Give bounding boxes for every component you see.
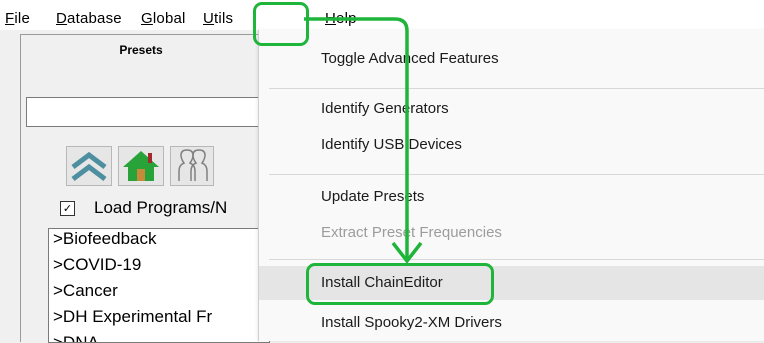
list-item[interactable]: >Cancer: [49, 281, 269, 307]
menu-item-install-spooky2-xm-drivers[interactable]: Install Spooky2-XM Drivers: [259, 306, 764, 340]
utils-highlight-box: [253, 2, 309, 46]
list-item[interactable]: >Biofeedback: [49, 229, 269, 255]
list-item[interactable]: >COVID-19: [49, 255, 269, 281]
menu-global[interactable]: Global: [141, 10, 186, 27]
menu-separator: [269, 174, 764, 175]
users-icon: [178, 149, 208, 181]
collapse-up-button[interactable]: [66, 146, 112, 186]
home-button[interactable]: [118, 146, 164, 186]
list-item[interactable]: >DH Experimental Fr: [49, 307, 269, 333]
menu-utils[interactable]: Utils: [203, 10, 233, 27]
menu-item-update-presets[interactable]: Update Presets: [259, 180, 764, 214]
menu-separator: [269, 259, 764, 260]
menu-item-extract-preset-frequencies[interactable]: Extract Preset Frequencies: [259, 216, 764, 250]
install-chaineditor-highlight-box: [306, 263, 494, 305]
home-icon: [123, 151, 159, 181]
load-programs-label: Load Programs/N: [94, 198, 228, 217]
menu-file[interactable]: File: [5, 10, 30, 27]
menu-separator: [269, 88, 764, 89]
presets-search-input[interactable]: [26, 97, 272, 127]
menu-database[interactable]: Database: [56, 10, 122, 27]
chevrons-up-icon: [71, 151, 107, 181]
presets-list[interactable]: >Biofeedback >COVID-19 >Cancer >DH Exper…: [48, 228, 270, 343]
menu-item-toggle-advanced-features[interactable]: Toggle Advanced Features: [259, 42, 764, 76]
menu-item-identify-generators[interactable]: Identify Generators: [259, 92, 764, 126]
list-item[interactable]: >DNA: [49, 333, 269, 342]
menu-bar: File Database Global Utils Help: [0, 0, 764, 30]
users-button[interactable]: [170, 146, 214, 186]
load-programs-checkbox[interactable]: ✓: [60, 201, 75, 216]
menu-item-identify-usb-devices[interactable]: Identify USB Devices: [259, 128, 764, 162]
menu-help[interactable]: Help: [325, 10, 357, 27]
presets-title: Presets: [119, 43, 163, 57]
